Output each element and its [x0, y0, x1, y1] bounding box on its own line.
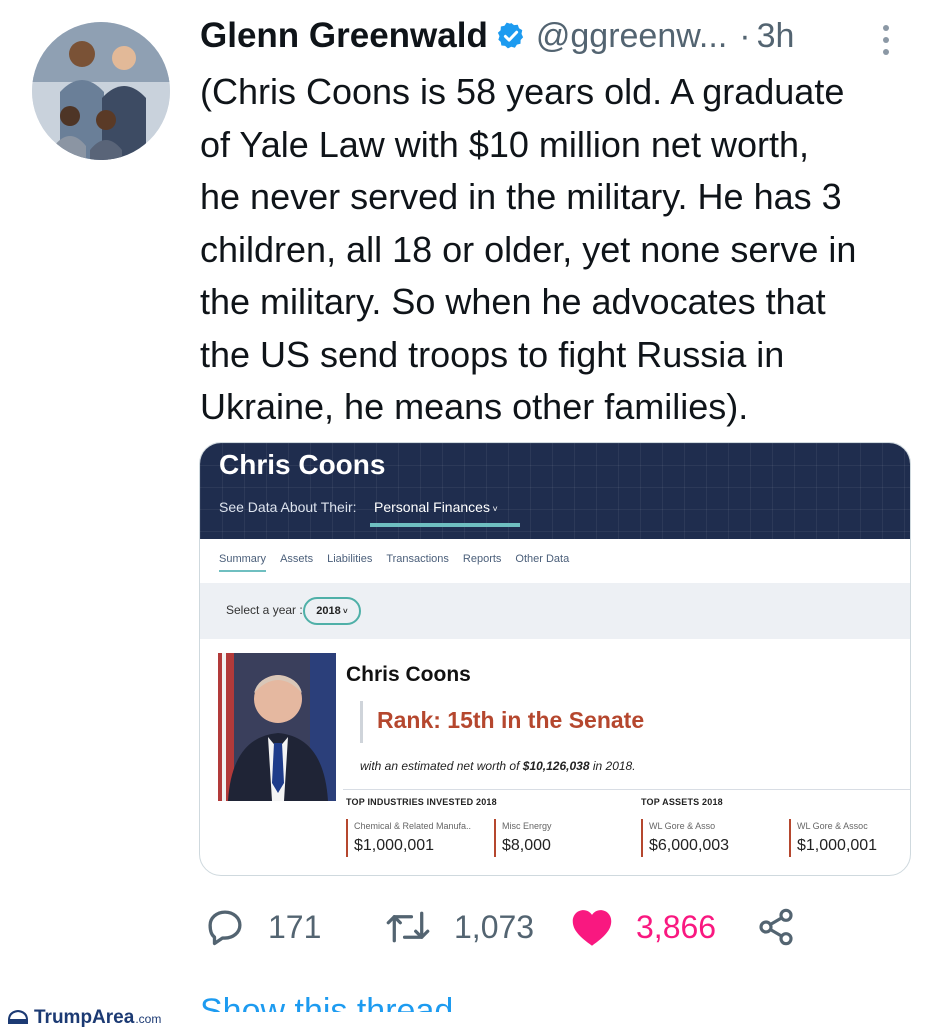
- net-worth-suffix: in 2018.: [592, 759, 636, 773]
- tab-reports: Reports: [462, 553, 502, 565]
- top-industries-title: TOP INDUSTRIES INVESTED 2018: [346, 797, 497, 807]
- stat-label: WL Gore & Asso: [649, 821, 716, 831]
- heart-icon: [572, 910, 612, 946]
- section-divider: [343, 789, 910, 790]
- stat-label: Misc Energy: [502, 821, 552, 831]
- rank-accent-bar: [360, 701, 363, 743]
- retweet-icon: [386, 911, 430, 943]
- personal-finances-menu: Personal Finances ˅: [374, 499, 498, 515]
- card-header: Chris Coons See Data About Their: Person…: [200, 443, 910, 539]
- verified-badge-icon: [497, 22, 523, 49]
- card-tabs: Summary Assets Liabilities Transactions …: [219, 553, 570, 572]
- tweet-text-line: the US send troops to fight Russia in: [200, 333, 785, 375]
- stat-value: $8,000: [502, 837, 551, 854]
- like-button[interactable]: 3,866: [570, 904, 716, 950]
- tweet-text-line: (Chris Coons is 58 years old. A graduate: [200, 71, 845, 112]
- tab-liabilities: Liabilities: [327, 553, 373, 565]
- tab-transactions: Transactions: [386, 553, 449, 565]
- tweet-text-line: Ukraine, he means other families).: [200, 386, 749, 427]
- reply-icon: [208, 910, 242, 946]
- stat-label: Chemical & Related Manufa..: [354, 821, 472, 831]
- stat-accent-bar: [641, 819, 643, 857]
- stat-accent-bar: [494, 819, 496, 857]
- separator-dot: ·: [739, 16, 751, 55]
- select-year-label: Select a year :: [226, 603, 303, 617]
- watermark-text: TrumpArea: [34, 1007, 135, 1028]
- stat-value: $1,000,001: [797, 837, 878, 854]
- stat-accent-bar: [789, 819, 791, 857]
- stat-value: $6,000,003: [649, 837, 730, 854]
- watermark-logo-icon: [7, 1009, 29, 1024]
- senator-photo: [218, 653, 336, 801]
- year-select: 2018 ˅: [303, 597, 361, 625]
- net-worth-value: $10,126,038: [522, 759, 590, 773]
- net-worth-prefix: with an estimated net worth of: [360, 759, 520, 773]
- card-title: Chris Coons: [219, 449, 386, 480]
- tweet-text-line: children, all 18 or older, yet none serv…: [200, 228, 857, 270]
- watermark-domain: .com: [135, 1012, 162, 1026]
- watermark: TrumpArea .com: [6, 1007, 161, 1029]
- top-assets-title: TOP ASSETS 2018: [641, 797, 723, 807]
- see-data-label: See Data About Their:: [219, 499, 357, 515]
- tab-assets: Assets: [280, 553, 314, 565]
- media-card[interactable]: Chris Coons See Data About Their: Person…: [199, 442, 911, 876]
- avatar-photo: [32, 22, 170, 160]
- retweet-button[interactable]: 1,073: [384, 904, 534, 950]
- menu-underline: [370, 523, 520, 527]
- share-icon: [759, 908, 793, 946]
- stat-label: WL Gore & Assoc: [797, 821, 868, 831]
- timestamp[interactable]: 3h: [757, 17, 795, 56]
- stat-value: $1,000,001: [354, 837, 435, 854]
- tweet-text-line: he never served in the military. He has …: [200, 176, 842, 217]
- retweet-count: 1,073: [454, 908, 535, 945]
- tweet-header: Glenn Greenwald @ggreenw... · 3h: [200, 14, 794, 58]
- year-selector-band: Select a year : 2018 ˅: [200, 583, 910, 639]
- reply-count: 171: [268, 908, 322, 945]
- tweet-text-line: the military. So when he advocates that: [200, 281, 826, 322]
- profile-name: Chris Coons: [346, 663, 471, 686]
- tweet-text: (Chris Coons is 58 years old. A graduate…: [200, 66, 920, 434]
- tab-summary: Summary: [219, 553, 267, 572]
- show-thread-link[interactable]: Show this thread: [200, 992, 453, 1012]
- chevron-down-icon: ˅: [340, 607, 348, 616]
- chevron-down-icon: ˅: [489, 504, 498, 514]
- reply-button[interactable]: 171: [204, 904, 321, 950]
- senate-rank: Rank: 15th in the Senate: [377, 707, 645, 733]
- tab-other-data: Other Data: [515, 553, 570, 565]
- share-button[interactable]: [756, 904, 796, 950]
- author-name[interactable]: Glenn Greenwald: [200, 16, 488, 56]
- year-value: 2018: [316, 605, 341, 617]
- more-options-icon[interactable]: [876, 22, 896, 58]
- personal-finances-label: Personal Finances: [374, 499, 490, 515]
- avatar[interactable]: [32, 22, 170, 160]
- author-handle[interactable]: @ggreenw...: [536, 17, 727, 56]
- net-worth-text: with an estimated net worth of $10,126,0…: [360, 759, 636, 773]
- stat-accent-bar: [346, 819, 348, 857]
- tweet-text-line: of Yale Law with $10 million net worth,: [200, 123, 809, 165]
- like-count: 3,866: [636, 908, 717, 945]
